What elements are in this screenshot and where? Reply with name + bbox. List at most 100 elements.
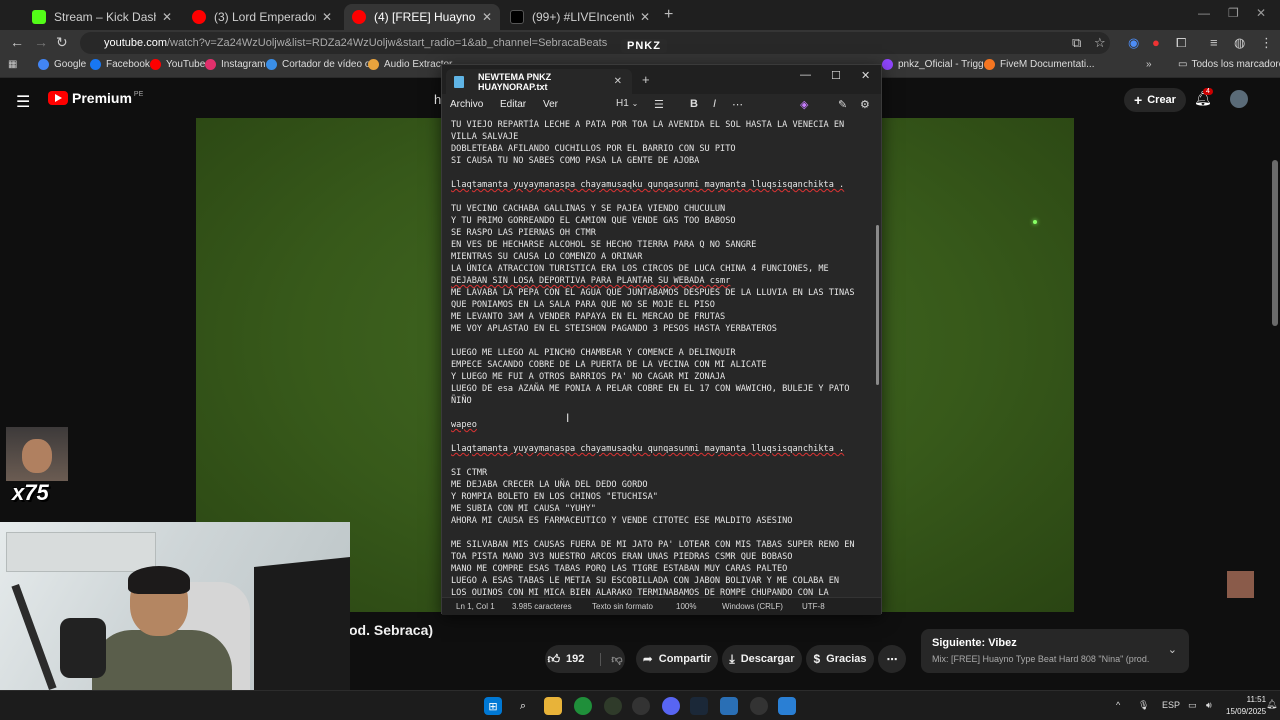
- more-options-icon[interactable]: ⋯: [732, 98, 743, 111]
- bookmark-label: Instagram: [221, 59, 266, 70]
- system-clock[interactable]: 11:51 15/09/2025: [1226, 694, 1266, 718]
- steam-icon[interactable]: [690, 697, 708, 715]
- new-tab-icon[interactable]: +: [664, 6, 673, 24]
- hamburger-menu-icon[interactable]: ☰: [16, 92, 30, 112]
- bookmark-star-icon[interactable]: ☆: [1094, 35, 1106, 51]
- browser-tab-tiktok[interactable]: (99+) #LIVEIncentiveProgram # ✕: [502, 4, 658, 30]
- search-icon[interactable]: ⌕: [514, 697, 532, 715]
- notepad-menu-bar: Archivo Editar Ver H1 ⌄ ☰ B I ⋯ ◈ ✎ ⚙: [442, 94, 881, 118]
- notepad-taskbar-icon[interactable]: [778, 697, 796, 715]
- copilot-icon[interactable]: ◈: [800, 98, 808, 111]
- menu-archivo[interactable]: Archivo: [450, 99, 483, 110]
- minimize-icon[interactable]: —: [800, 69, 811, 81]
- all-bookmarks[interactable]: ▭ Todos los marcadores: [1178, 59, 1280, 70]
- close-window-icon[interactable]: ✕: [1256, 6, 1266, 20]
- menu-kebab-icon[interactable]: ⋮: [1260, 35, 1273, 51]
- profile-icon[interactable]: ◍: [1234, 35, 1245, 51]
- close-window-icon[interactable]: ✕: [861, 69, 870, 82]
- notepad-line: [451, 335, 875, 347]
- minimize-icon[interactable]: —: [1198, 6, 1210, 20]
- spellcheck-underlined-text: DEJABAN SIN LOSA DEPORTIVA PARA PLANTAR …: [451, 276, 731, 286]
- cast-icon[interactable]: ⧉: [1072, 35, 1081, 51]
- back-icon[interactable]: ←: [10, 34, 24, 50]
- network-icon[interactable]: ▭: [1188, 700, 1197, 711]
- browser-tab-kick[interactable]: Stream – Kick Dashboard ✕: [24, 4, 180, 30]
- dislike-icon[interactable]: 👎︎: [600, 652, 623, 666]
- chevron-down-icon[interactable]: ⌄: [1168, 643, 1177, 656]
- status-zoom: 100%: [676, 602, 697, 611]
- tab-title: (99+) #LIVEIncentiveProgram #: [532, 10, 634, 24]
- settings-gear-icon[interactable]: ⚙: [860, 98, 870, 111]
- menu-editar[interactable]: Editar: [500, 99, 526, 110]
- close-tab-icon[interactable]: ✕: [640, 10, 650, 24]
- more-bookmarks-icon[interactable]: »: [1146, 59, 1152, 70]
- browser-tab-huayno-active[interactable]: (4) [FREE] Huayno Type Beat ✕: [344, 4, 500, 30]
- list-icon[interactable]: ☰: [654, 98, 664, 111]
- close-tab-icon[interactable]: ✕: [614, 76, 622, 87]
- italic-icon[interactable]: I: [713, 98, 716, 110]
- create-button[interactable]: + Crear: [1124, 88, 1186, 112]
- extension-icon[interactable]: ●: [1152, 35, 1160, 50]
- app-icon-blue[interactable]: [720, 697, 738, 715]
- forward-icon[interactable]: →: [34, 34, 48, 50]
- tools-icon[interactable]: ✎: [838, 98, 847, 111]
- chrome-icon[interactable]: [574, 697, 592, 715]
- status-line-ending: Windows (CRLF): [722, 602, 783, 611]
- browser-tab-lord-emperador[interactable]: (3) Lord Emperador – El Desper ✕: [184, 4, 340, 30]
- share-button[interactable]: ➦ Compartir: [636, 645, 718, 673]
- bookmark-youtube[interactable]: YouTube: [150, 59, 205, 70]
- youtube-premium-logo[interactable]: Premium PE: [48, 90, 143, 106]
- notepad-scrollbar[interactable]: [876, 225, 879, 385]
- new-tab-icon[interactable]: +: [642, 72, 650, 87]
- bookmark-instagram[interactable]: Instagram: [205, 59, 265, 70]
- notepad-text-area[interactable]: TU VIEJO REPARTÍA LECHE A PATA POR TOA L…: [451, 119, 875, 595]
- bookmark-facebook[interactable]: Facebook: [90, 59, 150, 70]
- notepad-line: LUEGO A ESAS TABAS LE METIA SU ESCOBILLA…: [451, 576, 840, 586]
- thanks-button[interactable]: $ Gracias: [806, 645, 874, 673]
- url-input[interactable]: youtube.com/watch?v=Za24WzUoljw&list=RDZ…: [80, 32, 1110, 54]
- browser-tab-bar: Stream – Kick Dashboard ✕ (3) Lord Emper…: [0, 0, 1280, 30]
- language-indicator[interactable]: ESP: [1162, 700, 1180, 710]
- up-next-panel[interactable]: Siguiente: Vibez Mix: [FREE] Huayno Type…: [921, 629, 1189, 673]
- notepad-tab[interactable]: NEWTEMA PNKZ HUAYNORAP.txt ✕: [446, 69, 632, 94]
- avatar[interactable]: [1230, 90, 1248, 108]
- close-tab-icon[interactable]: ✕: [322, 10, 332, 24]
- bookmark-audio-extractor[interactable]: Audio Extractor: [368, 59, 452, 70]
- close-tab-icon[interactable]: ✕: [162, 10, 172, 24]
- extensions-puzzle-icon[interactable]: ⧠: [1176, 35, 1186, 51]
- more-horizontal-icon: ⋯: [886, 653, 898, 666]
- bookmark-video-cutter[interactable]: Cortador de vídeo o...: [266, 59, 379, 70]
- spellcheck-underlined-text: Llaqtamanta yuyaymanaspa chayamusaqku qu…: [451, 180, 845, 190]
- bookmark-fivem-docs[interactable]: FiveM Documentati...: [984, 59, 1094, 70]
- bold-icon[interactable]: B: [690, 98, 698, 110]
- discord-icon[interactable]: [662, 697, 680, 715]
- playlist-thumbnail[interactable]: [1227, 571, 1254, 598]
- bookmark-google[interactable]: Google: [38, 59, 86, 70]
- like-icon[interactable]: 👍︎: [547, 652, 560, 667]
- more-actions-button[interactable]: ⋯: [878, 645, 906, 673]
- download-button[interactable]: ⤓ Descargar: [722, 645, 802, 673]
- start-windows-icon[interactable]: ⊞: [484, 697, 502, 715]
- obs-icon[interactable]: [632, 697, 650, 715]
- notepad-line: [451, 407, 875, 419]
- bookmark-pnkz-triggers[interactable]: pnkz_Oficial - Trigg...: [882, 59, 992, 70]
- volume-icon[interactable]: 🔊︎: [1206, 700, 1212, 711]
- page-scrollbar[interactable]: [1272, 160, 1278, 326]
- reading-list-icon[interactable]: ≡: [1210, 35, 1218, 50]
- extension-icon[interactable]: ◉: [1128, 35, 1139, 51]
- reload-icon[interactable]: ↻: [56, 34, 68, 51]
- tray-chevron-up-icon[interactable]: ^: [1116, 700, 1120, 710]
- menu-ver[interactable]: Ver: [543, 99, 558, 110]
- download-icon: ⤓: [729, 651, 735, 666]
- close-tab-icon[interactable]: ✕: [482, 10, 492, 24]
- apps-grid-icon[interactable]: ▦: [8, 59, 17, 70]
- spellcheck-underlined-text: Llaqtamanta yuyaymanaspa chayamusaqku qu…: [451, 444, 845, 454]
- notification-bell-icon[interactable]: 🔔︎: [1266, 699, 1277, 710]
- maximize-icon[interactable]: ❐: [1228, 6, 1239, 20]
- media-player-icon[interactable]: [750, 697, 768, 715]
- app-icon[interactable]: [604, 697, 622, 715]
- file-explorer-icon[interactable]: [544, 697, 562, 715]
- heading-dropdown[interactable]: H1 ⌄: [616, 98, 638, 109]
- microphone-icon[interactable]: 🎙︎: [1138, 700, 1149, 711]
- maximize-icon[interactable]: ☐: [831, 69, 841, 82]
